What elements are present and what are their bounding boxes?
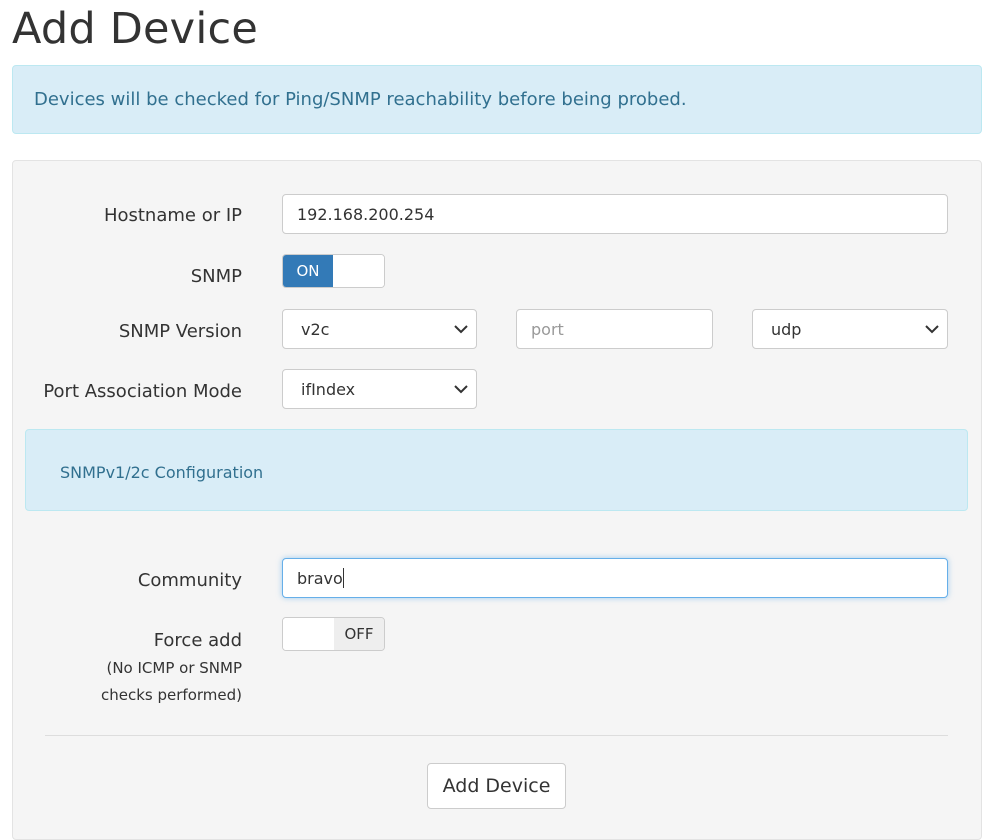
snmp-toggle-on: ON (283, 255, 333, 287)
snmp-port-placeholder: port (531, 319, 564, 339)
force-add-toggle[interactable]: OFF (282, 617, 385, 651)
form-divider (45, 735, 948, 736)
snmp-version-value: v2c (301, 319, 330, 339)
snmp-transport-select[interactable]: udp (752, 309, 948, 349)
hostname-input[interactable]: 192.168.200.254 (282, 194, 948, 234)
add-device-button[interactable]: Add Device (427, 763, 566, 809)
snmp-transport-value: udp (771, 319, 802, 339)
snmp-config-heading: SNMPv1/2c Configuration (25, 429, 968, 511)
port-association-value: ifIndex (301, 379, 356, 399)
community-input[interactable]: bravo (282, 558, 948, 598)
force-add-hint-line1: (No ICMP or SNMP (106, 659, 242, 677)
force-add-toggle-handle (283, 618, 334, 650)
community-label: Community (137, 570, 242, 591)
page-title: Add Device (12, 4, 258, 54)
info-alert: Devices will be checked for Ping/SNMP re… (12, 65, 982, 134)
chevron-down-icon (917, 309, 947, 349)
hostname-label: Hostname or IP (103, 205, 242, 226)
snmp-label: SNMP (190, 266, 242, 287)
snmp-toggle-handle (333, 255, 384, 287)
chevron-down-icon (446, 369, 476, 409)
snmp-version-label: SNMP Version (118, 321, 242, 342)
snmp-version-select[interactable]: v2c (282, 309, 477, 349)
port-association-label: Port Association Mode (43, 381, 242, 402)
chevron-down-icon (446, 309, 476, 349)
force-add-hint-line2: checks performed) (101, 686, 242, 704)
info-alert-text: Devices will be checked for Ping/SNMP re… (34, 89, 687, 110)
snmp-config-heading-text: SNMPv1/2c Configuration (60, 463, 264, 482)
text-caret (342, 568, 344, 588)
community-value: bravo (297, 568, 343, 588)
force-add-toggle-off: OFF (334, 618, 384, 650)
force-add-label: Force add (153, 630, 242, 651)
snmp-toggle[interactable]: ON (282, 254, 385, 288)
snmp-port-input[interactable]: port (516, 309, 713, 349)
port-association-select[interactable]: ifIndex (282, 369, 477, 409)
hostname-value: 192.168.200.254 (297, 204, 435, 224)
